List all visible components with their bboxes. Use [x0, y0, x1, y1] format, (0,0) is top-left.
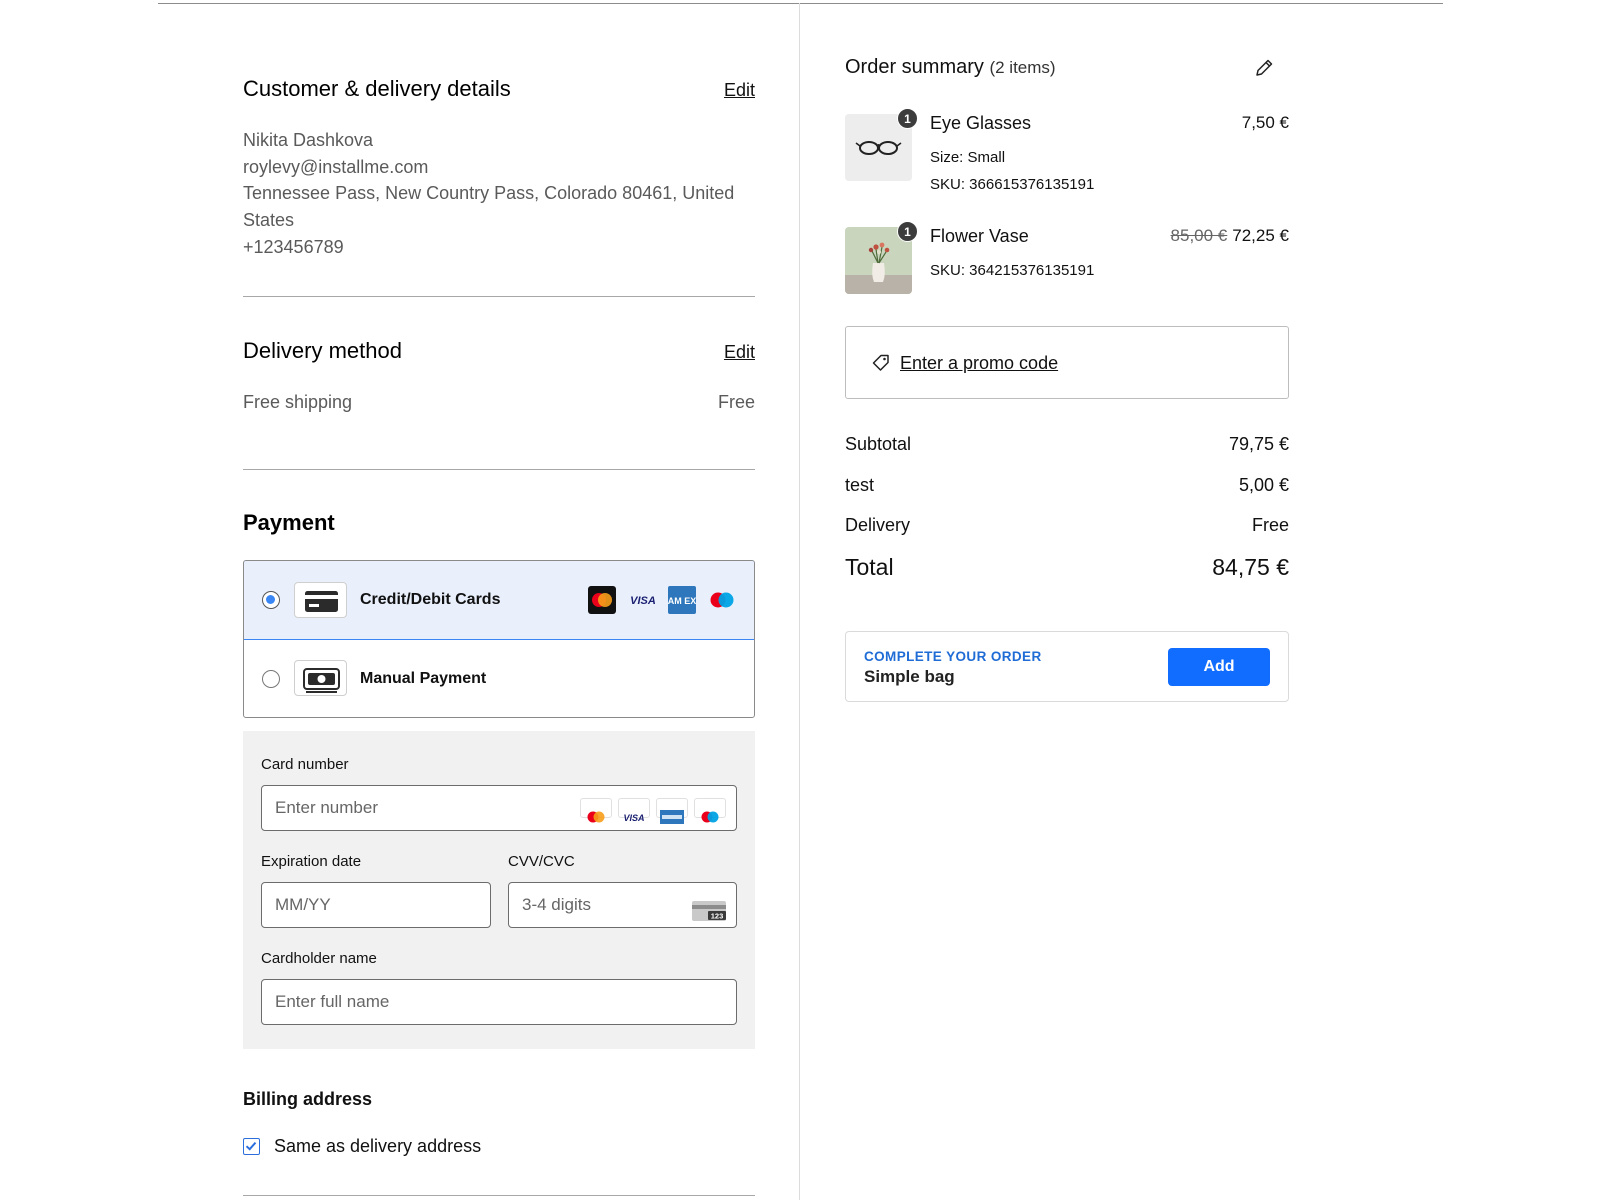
item-price: 85,00 €72,25 €	[1171, 224, 1289, 248]
expiration-label: Expiration date	[261, 853, 362, 870]
amex-icon	[656, 798, 688, 824]
customer-edit-link[interactable]: Edit	[724, 78, 755, 102]
tag-icon	[871, 353, 891, 373]
delivery-value: Free	[1251, 515, 1289, 535]
visa-icon: VISA	[618, 798, 650, 823]
item-sku: SKU: 366615376135191	[930, 176, 1095, 193]
billing-section-title: Billing address	[243, 1089, 373, 1109]
radio-unselected[interactable]	[262, 670, 280, 688]
amex-icon: AM EX	[668, 586, 696, 614]
card-number-label: Card number	[261, 756, 349, 773]
checkmark-icon	[245, 1141, 257, 1151]
cvv-input[interactable]: 3-4 digits 123	[508, 882, 737, 928]
promo-code-box[interactable]: Enter a promo code	[845, 326, 1289, 399]
customer-email: roylevy@installme.com	[243, 156, 429, 177]
order-summary-title: Order summary (2 items)	[845, 53, 1056, 82]
delivery-row: Delivery Free	[845, 513, 1289, 537]
radio-selected[interactable]	[262, 591, 280, 609]
card-number-input[interactable]: Enter number VISA	[261, 785, 737, 831]
order-summary-count: (2 items)	[989, 58, 1056, 77]
maestro-icon	[707, 586, 735, 614]
visa-text: VISA	[630, 595, 656, 607]
amex-text: AM EX	[668, 596, 696, 606]
section-divider	[243, 1195, 755, 1196]
same-as-delivery-checkbox[interactable]	[243, 1138, 260, 1155]
cardholder-label: Cardholder name	[261, 950, 377, 967]
upsell-product-name: Simple bag	[864, 667, 955, 686]
delivery-section-title: Delivery method	[243, 338, 402, 363]
mastercard-icon	[580, 798, 612, 823]
fee-row: test 5,00 €	[845, 473, 1289, 497]
visa-icon: VISA	[628, 586, 656, 614]
pencil-icon[interactable]	[1253, 57, 1275, 79]
column-divider	[799, 3, 800, 1200]
payment-option-manual-label: Manual Payment	[360, 670, 487, 687]
item-name: Flower Vase	[930, 226, 1029, 246]
quantity-badge: 1	[897, 221, 918, 242]
fee-label: test	[845, 475, 875, 495]
payment-option-card[interactable]: Credit/Debit Cards VISA AM EX	[244, 561, 754, 640]
subtotal-value: 79,75 €	[1228, 434, 1289, 454]
customer-address-line2: States	[243, 210, 295, 231]
customer-name: Nikita Dashkova	[243, 130, 374, 150]
customer-details: Nikita Dashkova roylevy@installme.com Te…	[243, 127, 755, 261]
expiration-placeholder: MM/YY	[275, 895, 331, 914]
total-value: 84,75 €	[1212, 554, 1289, 580]
cardholder-input[interactable]: Enter full name	[261, 979, 737, 1025]
expiration-input[interactable]: MM/YY	[261, 882, 491, 928]
payment-option-manual[interactable]: Manual Payment	[244, 640, 754, 717]
delivery-edit-link[interactable]: Edit	[724, 340, 755, 364]
credit-card-icon	[294, 582, 347, 618]
delivery-method-row: Free shipping Free	[243, 390, 755, 414]
cvv-placeholder: 3-4 digits	[522, 895, 591, 914]
section-divider	[243, 469, 755, 470]
cvv-label: CVV/CVC	[508, 853, 575, 870]
visa-text: VISA	[623, 813, 644, 823]
payment-options: Credit/Debit Cards VISA AM EX Manual Pay…	[243, 560, 755, 718]
upsell-card: COMPLETE YOUR ORDER Simple bag Add	[845, 631, 1289, 702]
customer-section-title: Customer & delivery details	[243, 76, 511, 101]
delivery-method-name: Free shipping	[243, 392, 353, 412]
total-label: Total	[845, 554, 894, 580]
top-divider	[158, 3, 1443, 4]
order-summary-heading: Order summary	[845, 56, 984, 78]
item-original-price: 85,00 €	[1170, 226, 1228, 245]
maestro-icon	[694, 798, 726, 823]
section-divider	[243, 296, 755, 297]
customer-phone: +123456789	[243, 236, 344, 257]
add-upsell-button[interactable]: Add	[1168, 648, 1270, 686]
subtotal-label: Subtotal	[845, 434, 912, 454]
item-name: Eye Glasses	[930, 113, 1032, 133]
upsell-eyebrow: COMPLETE YOUR ORDER	[864, 649, 1042, 664]
customer-section-header: Customer & delivery details Edit	[243, 74, 755, 106]
promo-code-link[interactable]: Enter a promo code	[900, 351, 1058, 375]
cardholder-placeholder: Enter full name	[275, 992, 390, 1011]
fee-value: 5,00 €	[1238, 475, 1289, 495]
cvv-card-icon: 123	[692, 895, 728, 921]
mastercard-icon	[588, 586, 616, 614]
quantity-badge: 1	[897, 108, 918, 129]
item-sale-price: 72,25 €	[1232, 226, 1289, 245]
customer-address-line1: Tennessee Pass, New Country Pass, Colora…	[243, 183, 735, 204]
item-price: 7,50 €	[1241, 113, 1289, 132]
payment-section-title: Payment	[243, 510, 335, 535]
card-number-placeholder: Enter number	[275, 798, 378, 817]
cvv-card-text: 123	[711, 912, 724, 921]
item-size: Size: Small	[930, 149, 1006, 166]
cash-icon	[294, 660, 347, 696]
payment-option-card-label: Credit/Debit Cards	[360, 591, 501, 608]
card-details-form: Card number Enter number VISA Expiration…	[243, 731, 755, 1049]
delivery-method-price: Free	[717, 392, 755, 412]
item-sku: SKU: 364215376135191	[930, 262, 1095, 279]
total-row: Total 84,75 €	[845, 552, 1289, 582]
same-as-delivery-label[interactable]: Same as delivery address	[274, 1134, 481, 1158]
delivery-section-header: Delivery method Edit	[243, 336, 755, 368]
subtotal-row: Subtotal 79,75 €	[845, 432, 1289, 456]
delivery-label: Delivery	[845, 515, 911, 535]
